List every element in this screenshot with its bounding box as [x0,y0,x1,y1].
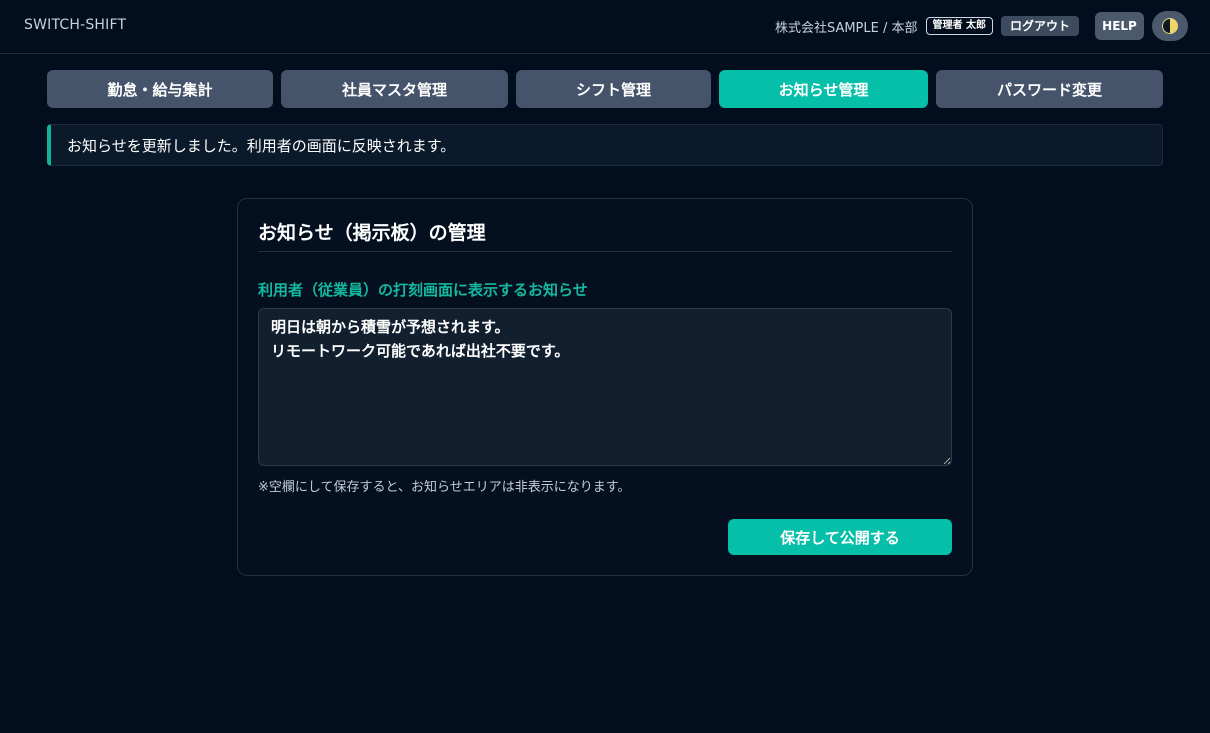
help-button[interactable]: HELP [1095,12,1144,40]
notice-panel: お知らせ（掲示板）の管理 利用者（従業員）の打刻画面に表示するお知らせ ※空欄に… [237,198,973,576]
tab-password-change[interactable]: パスワード変更 [936,70,1163,108]
app-header: SWITCH-SHIFT 株式会社SAMPLE / 本部 管理者 太郎 ログアウ… [0,0,1210,54]
logout-button[interactable]: ログアウト [1000,16,1079,36]
empty-hint: ※空欄にして保存すると、お知らせエリアは非表示になります。 [258,480,631,495]
user-badge: 管理者 太郎 [925,17,993,35]
main-tabs: 勤怠・給与集計 社員マスタ管理 シフト管理 お知らせ管理 パスワード変更 [47,70,1163,108]
success-banner: お知らせを更新しました。利用者の画面に反映されます。 [47,124,1163,166]
app-title: SWITCH-SHIFT [24,17,127,33]
tab-employee-master[interactable]: 社員マスタ管理 [281,70,508,108]
header-right: 株式会社SAMPLE / 本部 管理者 太郎 ログアウト HELP [775,11,1188,41]
save-publish-button[interactable]: 保存して公開する [728,519,952,555]
tab-attendance-payroll[interactable]: 勤怠・給与集計 [47,70,273,108]
tab-notice-management[interactable]: お知らせ管理 [719,70,928,108]
theme-toggle-button[interactable] [1152,11,1188,41]
notice-textarea[interactable] [258,308,952,466]
company-name: 株式会社SAMPLE / 本部 [774,20,918,36]
panel-title: お知らせ（掲示板）の管理 [258,222,486,244]
notice-field-label: 利用者（従業員）の打刻画面に表示するお知らせ [258,281,588,299]
panel-divider [258,251,952,252]
half-moon-icon [1162,18,1178,34]
tab-shift-management[interactable]: シフト管理 [516,70,711,108]
